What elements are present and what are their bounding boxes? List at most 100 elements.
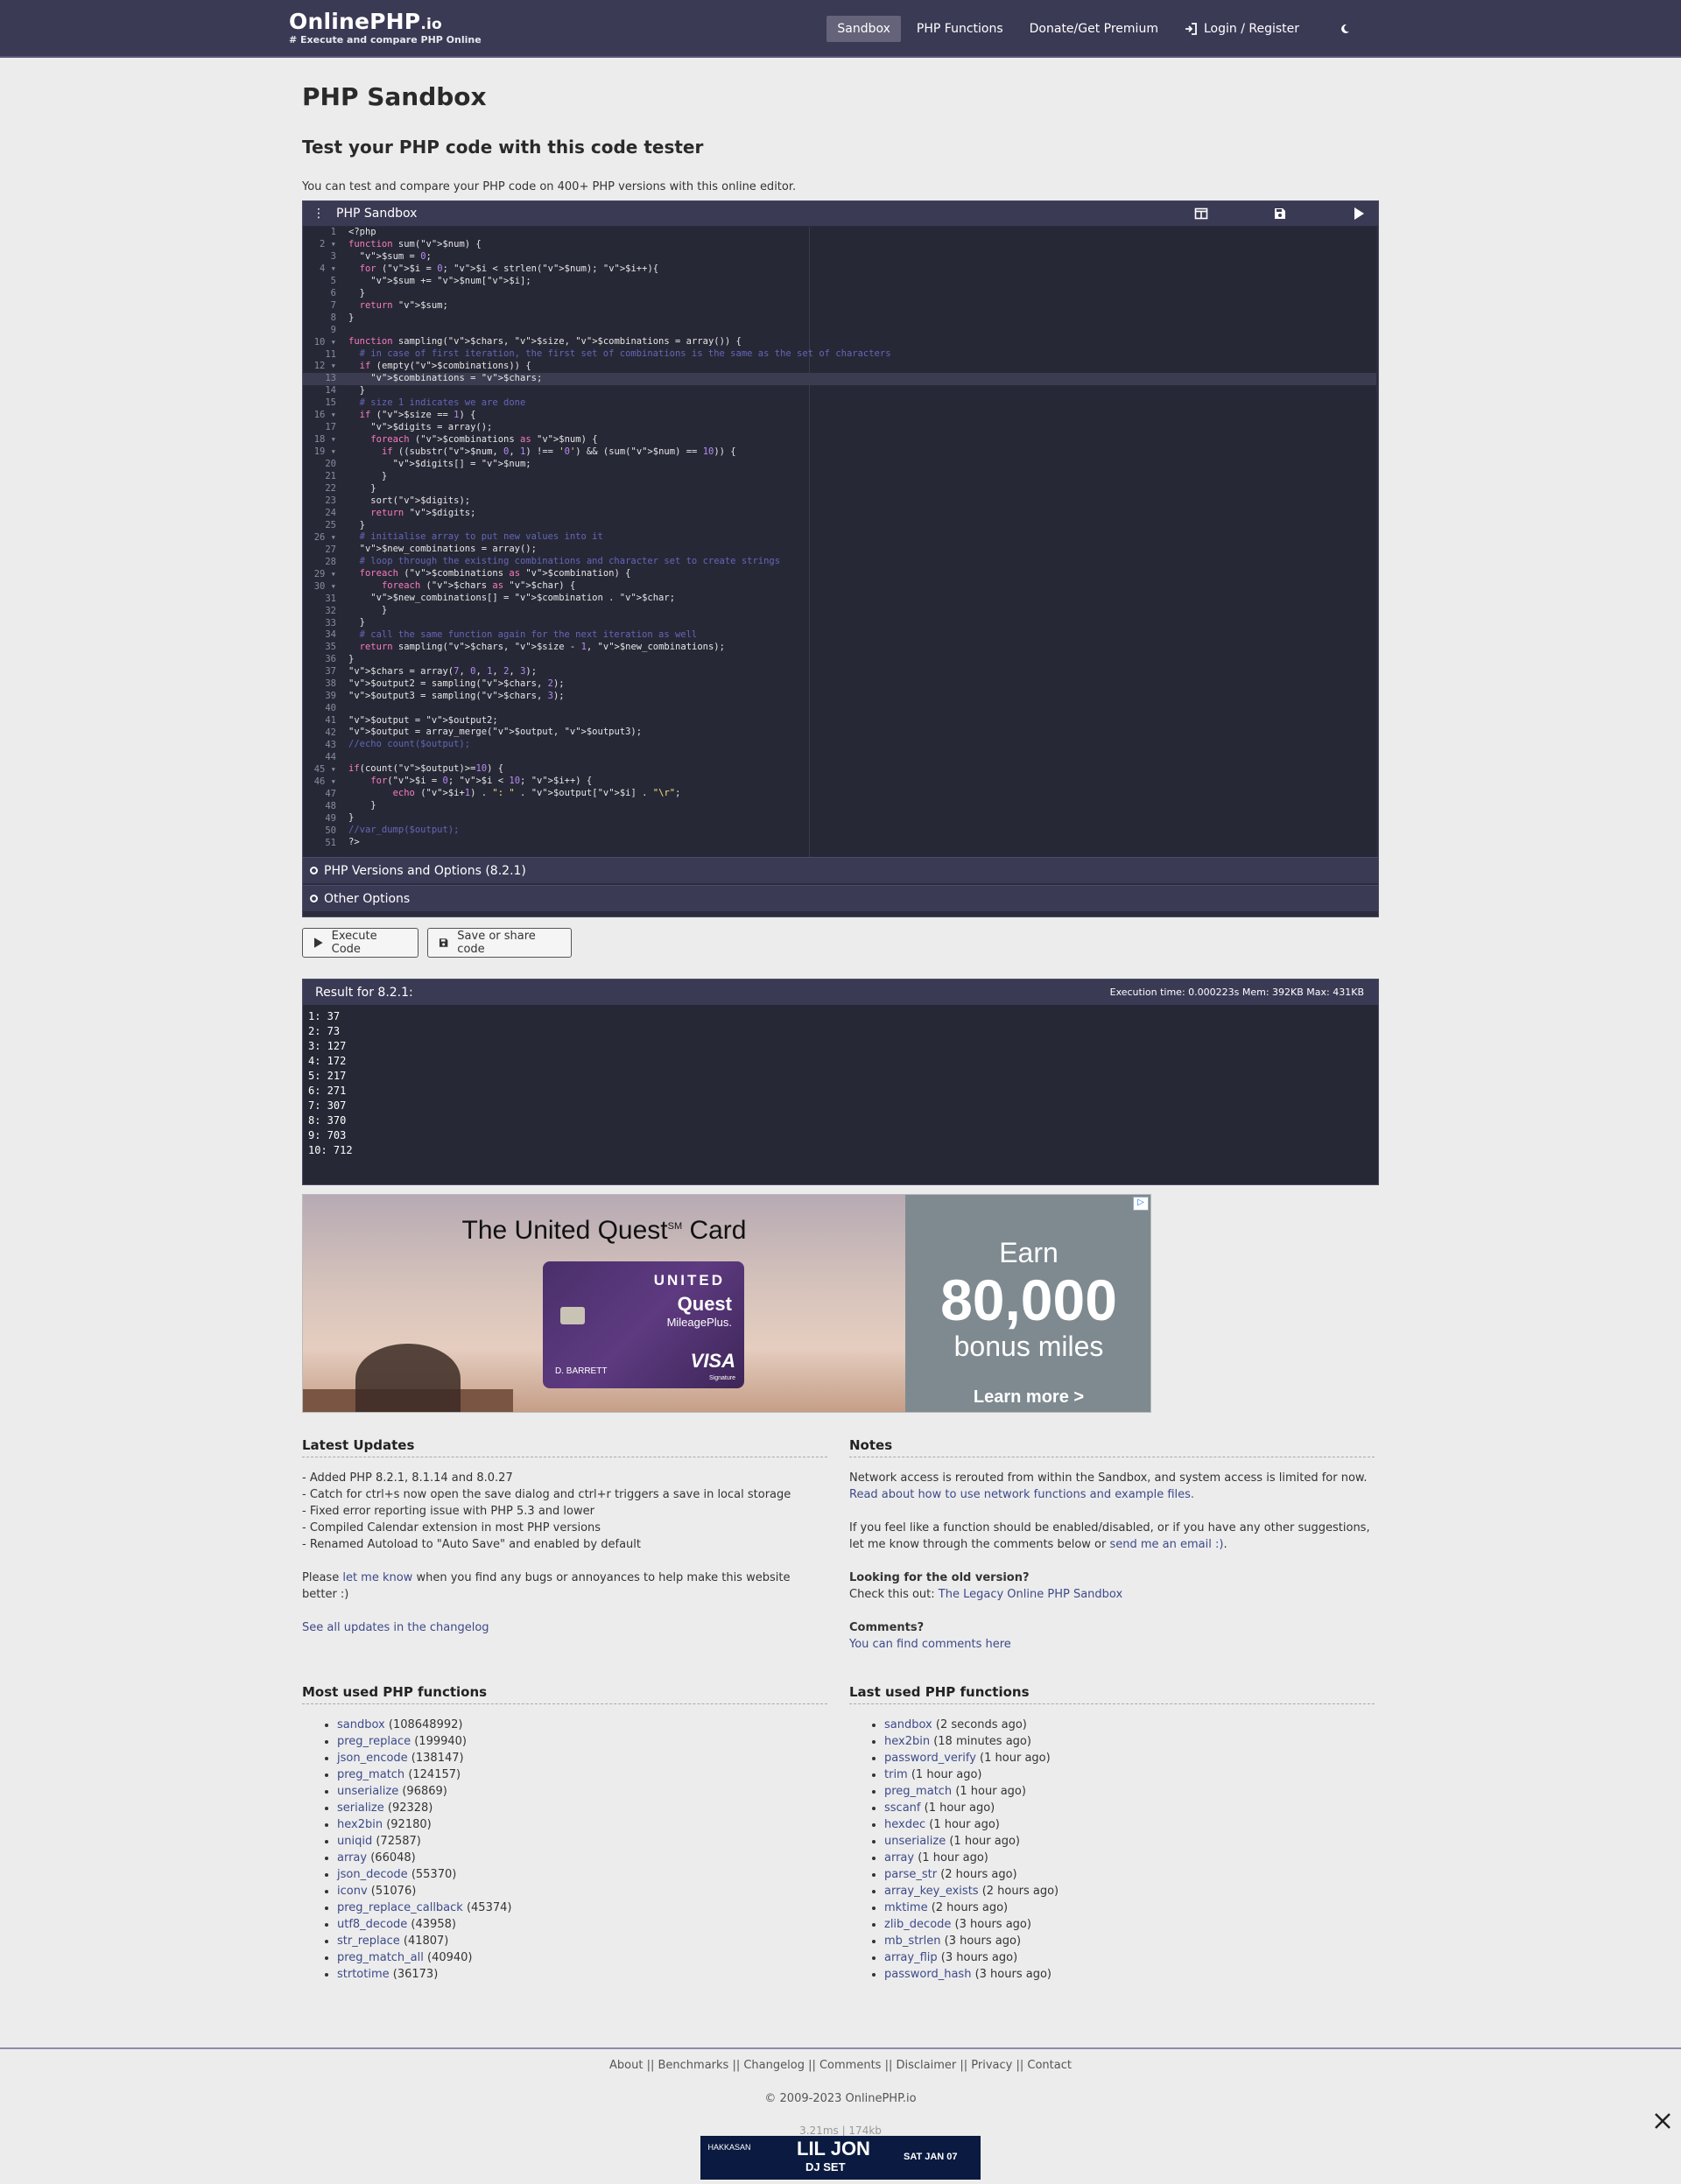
brand-logo[interactable]: OnlinePHP.io # Execute and compare PHP O… xyxy=(289,9,482,46)
ad-learn-more[interactable]: Learn more > xyxy=(905,1387,1150,1408)
nav-item-sandbox[interactable]: Sandbox xyxy=(826,16,901,42)
function-link[interactable]: iconv xyxy=(337,1885,368,1898)
function-link[interactable]: json_decode xyxy=(337,1868,408,1881)
code-line: foreach ("v">$combinations as "v">$combi… xyxy=(359,568,631,579)
execute-code-button[interactable]: Execute Code xyxy=(302,928,418,958)
function-link[interactable]: sandbox xyxy=(884,1718,932,1731)
footer-link-changelog[interactable]: Changelog xyxy=(743,2059,805,2072)
function-link[interactable]: mb_strlen xyxy=(884,1935,940,1948)
usage-count: (66048) xyxy=(367,1851,416,1864)
function-link[interactable]: array_key_exists xyxy=(884,1885,979,1898)
function-link[interactable]: preg_match xyxy=(884,1785,952,1798)
usage-count: (124157) xyxy=(404,1768,461,1781)
line-number: 25 xyxy=(325,519,336,530)
function-link[interactable]: preg_replace xyxy=(337,1735,411,1748)
most-used-item: uniqid (72587) xyxy=(337,1833,827,1850)
footer-link-about[interactable]: About xyxy=(609,2059,643,2072)
function-link[interactable]: password_hash xyxy=(884,1968,971,1981)
legacy-sandbox-link[interactable]: The Legacy Online PHP Sandbox xyxy=(939,1588,1122,1601)
network-functions-link[interactable]: Read about how to use network functions … xyxy=(849,1488,1194,1501)
ad-offer: Earn 80,000 bonus miles Learn more > xyxy=(905,1195,1150,1412)
last-used-title: Last used PHP functions xyxy=(849,1684,1375,1704)
changelog-link[interactable]: See all updates in the changelog xyxy=(302,1621,489,1634)
function-link[interactable]: array_flip xyxy=(884,1951,938,1964)
last-used-functions-section: Last used PHP functions sandbox (2 secon… xyxy=(849,1684,1375,1983)
line-number: 46 ▾ xyxy=(313,776,336,787)
footer-link-comments[interactable]: Comments xyxy=(819,2059,881,2072)
most-used-item: iconv (51076) xyxy=(337,1883,827,1900)
other-options-toggle[interactable]: Other Options xyxy=(303,885,1378,911)
result-title: Result for 8.2.1: xyxy=(315,985,413,1000)
close-ad-button[interactable] xyxy=(1649,2108,1676,2134)
most-used-item: hex2bin (92180) xyxy=(337,1816,827,1833)
function-link[interactable]: array xyxy=(337,1851,367,1864)
page-subtitle: Test your PHP code with this code tester xyxy=(302,137,704,158)
function-link[interactable]: utf8_decode xyxy=(337,1918,407,1931)
line-number: 28 xyxy=(325,556,336,567)
line-number: 43 xyxy=(325,740,336,751)
save-code-button[interactable] xyxy=(1273,207,1287,221)
save-share-button[interactable]: Save or share code xyxy=(427,928,572,958)
bottom-ad-banner[interactable]: HAKKASAN LIL JON DJ SET SAT JAN 07 xyxy=(700,2136,981,2180)
code-line: } xyxy=(348,482,376,494)
run-code-button[interactable] xyxy=(1352,207,1366,221)
footer-link-privacy[interactable]: Privacy xyxy=(971,2059,1012,2072)
function-link[interactable]: serialize xyxy=(337,1801,384,1815)
code-editor[interactable]: 1 2 ▾ 3 4 ▾ 5 6 7 8 9 10 ▾ 11 12 ▾ 13 14 15 … xyxy=(303,227,1376,857)
split-view-button[interactable] xyxy=(1194,207,1208,221)
theme-toggle-button[interactable] xyxy=(1329,18,1368,40)
most-used-item: preg_match_all (40940) xyxy=(337,1949,827,1966)
function-link[interactable]: hexdec xyxy=(884,1818,925,1831)
function-link[interactable]: sandbox xyxy=(337,1718,385,1731)
nav-item-donate[interactable]: Donate/Get Premium xyxy=(1019,16,1169,42)
function-link[interactable]: zlib_decode xyxy=(884,1918,951,1931)
function-link[interactable]: unserialize xyxy=(884,1835,946,1848)
function-link[interactable]: sscanf xyxy=(884,1801,920,1815)
line-number: 37 xyxy=(325,666,336,678)
nav-item-php-functions[interactable]: PHP Functions xyxy=(906,16,1014,42)
function-link[interactable]: json_encode xyxy=(337,1752,408,1765)
function-link[interactable]: trim xyxy=(884,1768,908,1781)
function-link[interactable]: array xyxy=(884,1851,914,1864)
line-number: 36 xyxy=(325,654,336,665)
usage-count: (40940) xyxy=(423,1951,473,1964)
last-used-time: (1 hour ago) xyxy=(946,1835,1020,1848)
code-line: for("v">$i = 0; "v">$i < 10; "v">$i++) { xyxy=(370,776,593,787)
line-number: 7 xyxy=(330,299,336,311)
most-used-item: str_replace (41807) xyxy=(337,1933,827,1949)
php-versions-label: PHP Versions and Options (8.2.1) xyxy=(324,863,526,878)
nav-item-login[interactable]: Login / Register xyxy=(1174,16,1310,42)
ad-info-icon[interactable]: ▷ xyxy=(1133,1197,1149,1211)
page-title: PHP Sandbox xyxy=(302,82,487,111)
usage-count: (43958) xyxy=(407,1918,456,1931)
footer-link-contact[interactable]: Contact xyxy=(1027,2059,1072,2072)
function-link[interactable]: mktime xyxy=(884,1901,928,1914)
last-used-item: password_hash (3 hours ago) xyxy=(884,1966,1375,1983)
kebab-menu-icon[interactable]: ⋮ xyxy=(310,207,327,221)
function-link[interactable]: str_replace xyxy=(337,1935,400,1948)
last-used-time: (1 hour ago) xyxy=(925,1818,1000,1831)
php-versions-toggle[interactable]: PHP Versions and Options (8.2.1) xyxy=(303,857,1378,883)
advertisement-banner[interactable]: The United QuestSM Card UNITED Quest Mil… xyxy=(302,1194,1151,1413)
function-link[interactable]: preg_replace_callback xyxy=(337,1901,463,1914)
footer-separator: || xyxy=(956,2059,972,2072)
function-link[interactable]: unserialize xyxy=(337,1785,398,1798)
footer-link-disclaimer[interactable]: Disclaimer xyxy=(896,2059,956,2072)
code-line: "v">$combinations = "v">$chars; xyxy=(370,373,543,384)
function-link[interactable]: parse_str xyxy=(884,1868,937,1881)
code-line: return sampling("v">$chars, "v">$size - … xyxy=(359,641,725,652)
function-link[interactable]: strtotime xyxy=(337,1968,390,1981)
card-holder: D. BARRETT xyxy=(555,1366,608,1376)
email-link[interactable]: send me an email :) xyxy=(1109,1538,1223,1551)
function-link[interactable]: preg_match_all xyxy=(337,1951,424,1964)
comments-link[interactable]: You can find comments here xyxy=(849,1638,1011,1651)
footer-link-benchmarks[interactable]: Benchmarks xyxy=(658,2059,729,2072)
function-link[interactable]: password_verify xyxy=(884,1752,976,1765)
code-text: <?php function sum("v">$num) { "v">$sum =… xyxy=(348,227,1376,849)
function-link[interactable]: hex2bin xyxy=(337,1818,383,1831)
function-link[interactable]: preg_match xyxy=(337,1768,404,1781)
function-link[interactable]: uniqid xyxy=(337,1835,372,1848)
code-line: "v">$sum = 0; xyxy=(359,250,432,262)
function-link[interactable]: hex2bin xyxy=(884,1735,930,1748)
let-me-know-link[interactable]: let me know xyxy=(342,1571,412,1584)
